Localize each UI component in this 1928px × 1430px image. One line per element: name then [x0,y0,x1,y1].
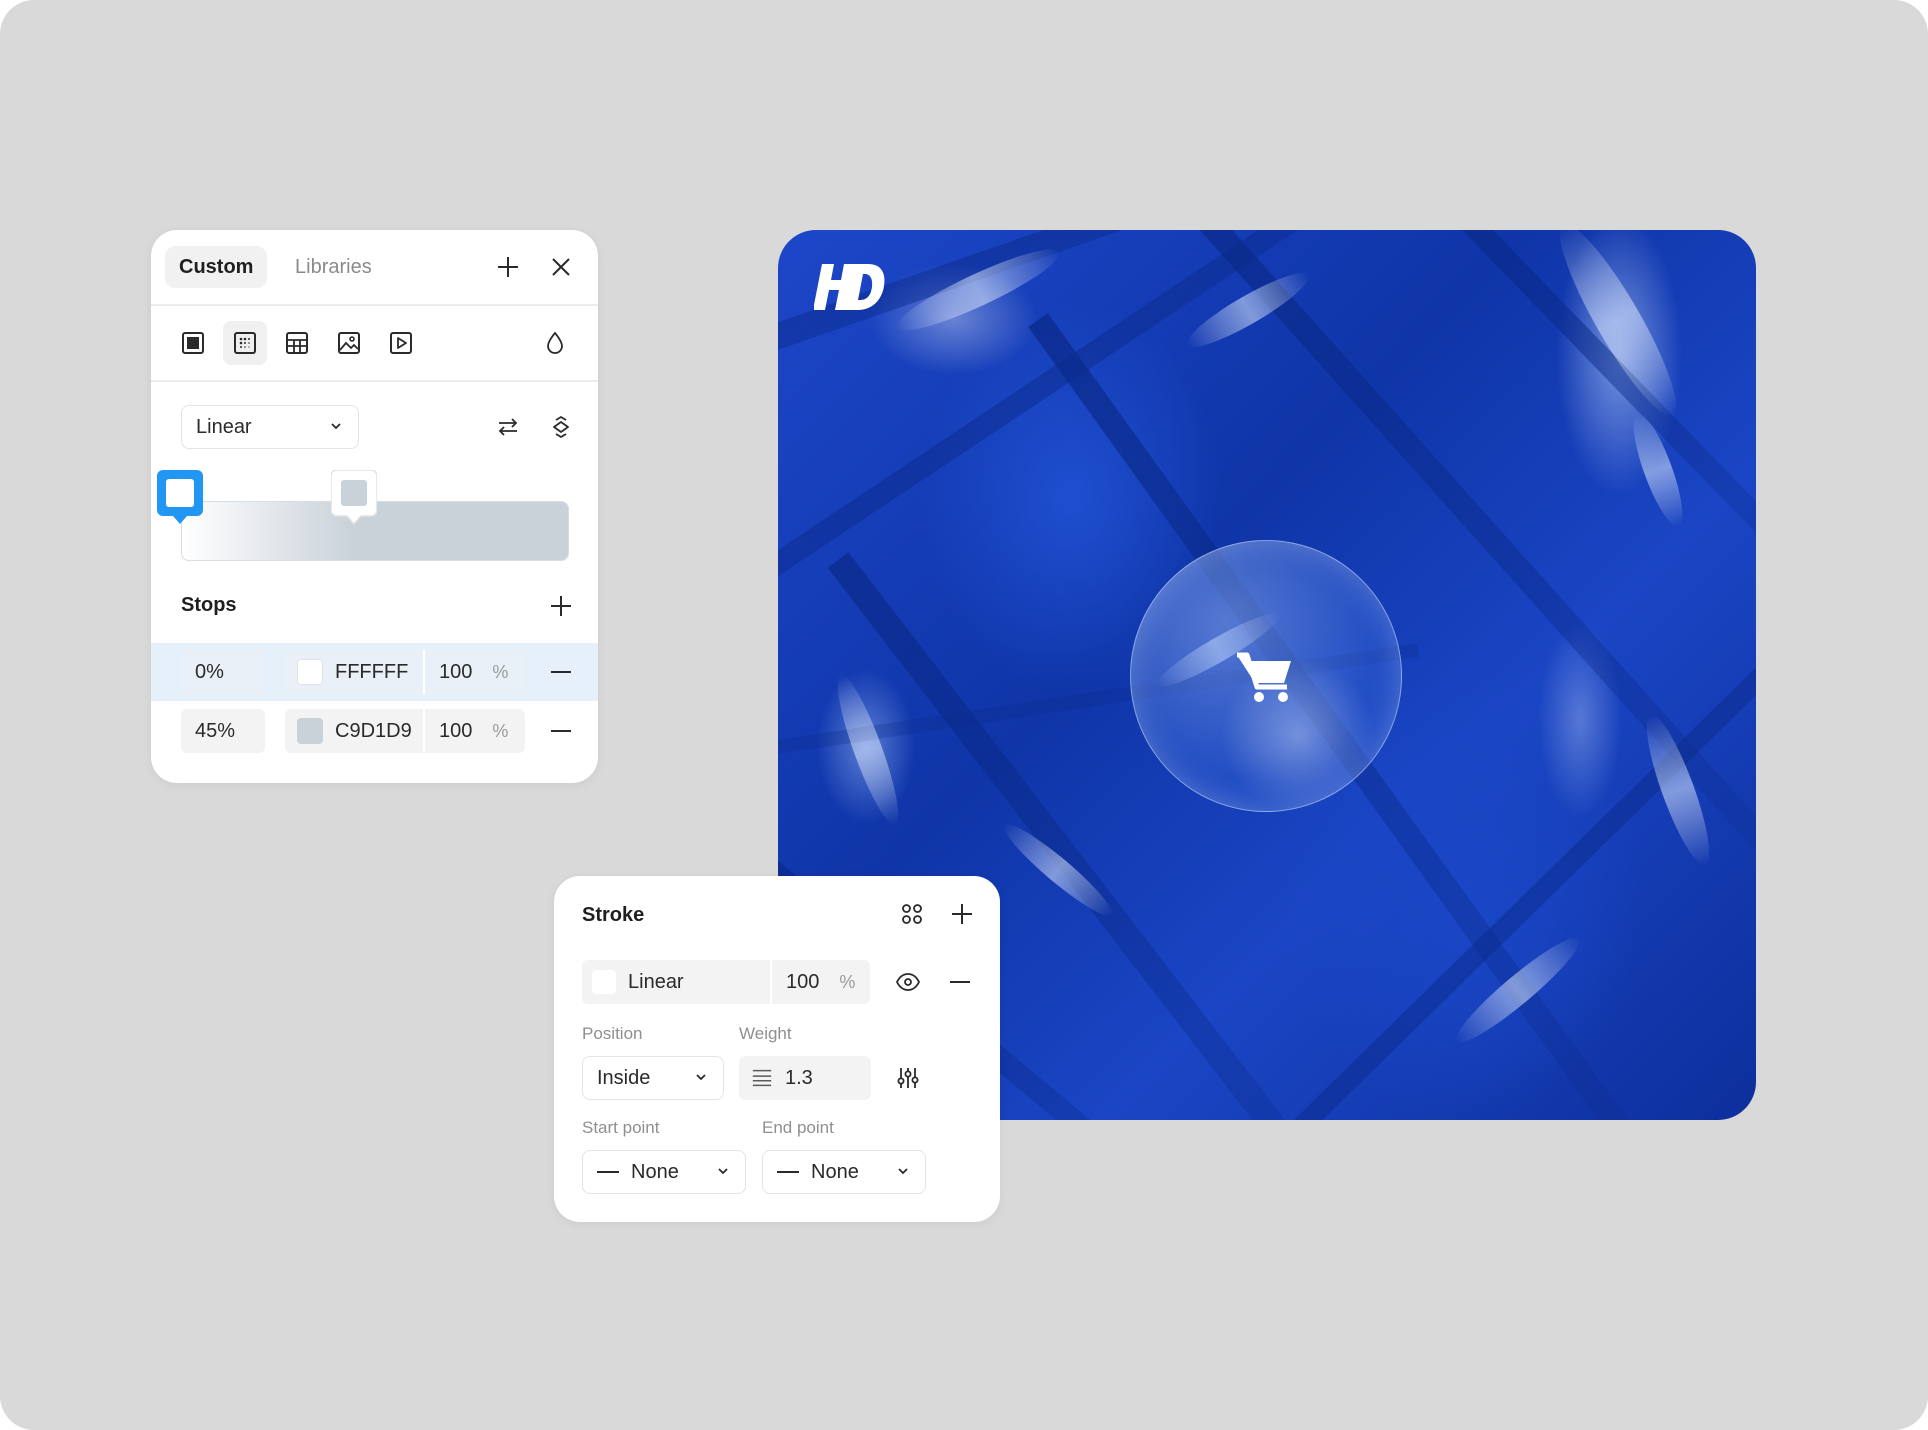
tab-custom[interactable]: Custom [165,246,268,288]
advanced-stroke-button[interactable] [890,1060,926,1096]
end-point-value: None [811,1160,859,1183]
stop-opacity-value: 100 [439,660,473,683]
stroke-opacity-value: 100 [786,970,820,993]
chevron-down-icon [718,1168,728,1175]
stroke-opacity-input[interactable]: 100 % [772,960,870,1004]
sliders-icon [897,1068,919,1088]
color-swatch[interactable] [297,718,323,744]
start-point-label: Start point [582,1118,660,1137]
tab-custom-label: Custom [179,255,254,278]
rotate-icon [553,416,569,438]
eye-icon [896,973,920,991]
gradient-type-value: Linear [196,415,252,438]
add-stop-button[interactable] [543,588,579,624]
solid-fill-icon [182,332,204,354]
cart-bubble-button[interactable] [1130,540,1402,812]
stroke-paint-value: Linear [628,970,684,993]
color-swatch[interactable] [297,659,323,685]
stroke-panel: Stroke Linear 100 % Position Weight Insi… [554,876,1000,1222]
image-fill-icon [338,332,360,354]
blend-mode-button[interactable] [533,321,577,365]
remove-stop-button[interactable] [543,713,579,749]
add-stroke-button[interactable] [944,896,980,932]
gradient-stop-handle[interactable] [331,470,377,528]
stop-opacity-value: 100 [439,719,473,742]
drop-icon [547,331,563,354]
minus-icon [551,730,571,732]
plus-icon [551,596,571,616]
percent-unit: % [492,661,509,682]
minus-icon [551,671,571,673]
fill-type-gradient[interactable] [223,321,267,365]
stroke-weight-value: 1.3 [785,1066,813,1089]
stroke-weight-input[interactable]: 1.3 [739,1056,871,1100]
end-point-label: End point [762,1118,834,1137]
chevron-down-icon [331,423,341,430]
percent-unit: % [839,971,856,992]
start-point-value: None [631,1160,679,1183]
stop-opacity-input[interactable]: 100 % [425,650,525,694]
tab-libraries-label: Libraries [295,255,372,278]
swap-gradient-button[interactable] [490,409,526,445]
fill-type-pattern[interactable] [275,321,319,365]
color-swatch[interactable] [592,970,616,994]
end-point-select[interactable]: None [762,1150,926,1194]
fill-type-solid[interactable] [171,321,215,365]
stops-title: Stops [181,594,237,616]
stop-hex-value: C9D1D9 [335,719,412,742]
close-panel-button[interactable] [543,249,579,285]
stroke-position-select[interactable]: Inside [582,1056,724,1100]
divider [151,380,598,382]
rotate-gradient-button[interactable] [543,409,579,445]
chevron-down-icon [898,1168,908,1175]
shopping-cart-icon [1237,652,1291,702]
percent-unit: % [492,720,509,741]
add-fill-button[interactable] [490,249,526,285]
stroke-styles-button[interactable] [894,896,930,932]
tab-libraries[interactable]: Libraries [281,246,386,288]
remove-stop-button[interactable] [543,654,579,690]
gradient-stop-row[interactable]: 45% C9D1D9 100 % [151,702,598,760]
pattern-fill-icon [286,332,308,354]
stop-opacity-input[interactable]: 100 % [425,709,525,753]
chevron-down-icon [696,1074,706,1081]
stroke-title: Stroke [582,904,645,926]
styles-grid-icon [902,904,922,924]
canvas-background: Custom Libraries Linear Stops 0% FFFFFF … [0,0,1928,1430]
stroke-weight-icon [752,1069,772,1087]
position-label: Position [582,1024,643,1043]
hd-logo [814,264,885,310]
stop-position-value: 0% [195,660,224,683]
swap-icon [498,418,518,436]
gradient-stop-handle-selected[interactable] [157,470,203,528]
weight-label: Weight [739,1024,792,1043]
stop-position-input[interactable]: 0% [181,650,265,694]
start-point-select[interactable]: None [582,1150,746,1194]
stop-position-input[interactable]: 45% [181,709,265,753]
toggle-visibility-button[interactable] [890,964,926,1000]
plus-icon [498,257,518,277]
minus-icon [950,981,970,983]
stop-hex-value: FFFFFF [335,660,409,683]
fill-type-video[interactable] [379,321,423,365]
line-cap-icon [777,1171,799,1173]
plus-icon [952,904,972,924]
gradient-type-select[interactable]: Linear [181,405,359,449]
divider [151,304,598,306]
fill-panel: Custom Libraries Linear Stops 0% FFFFFF … [151,230,598,783]
gradient-fill-icon [234,332,256,354]
close-icon [552,258,570,276]
fill-type-image[interactable] [327,321,371,365]
stop-position-value: 45% [195,719,236,742]
stroke-position-value: Inside [597,1066,651,1089]
gradient-stop-row[interactable]: 0% FFFFFF 100 % [151,643,598,701]
video-fill-icon [390,332,412,354]
remove-stroke-button[interactable] [942,964,978,1000]
stroke-paint-input[interactable]: Linear [582,960,770,1004]
line-cap-icon [597,1171,619,1173]
